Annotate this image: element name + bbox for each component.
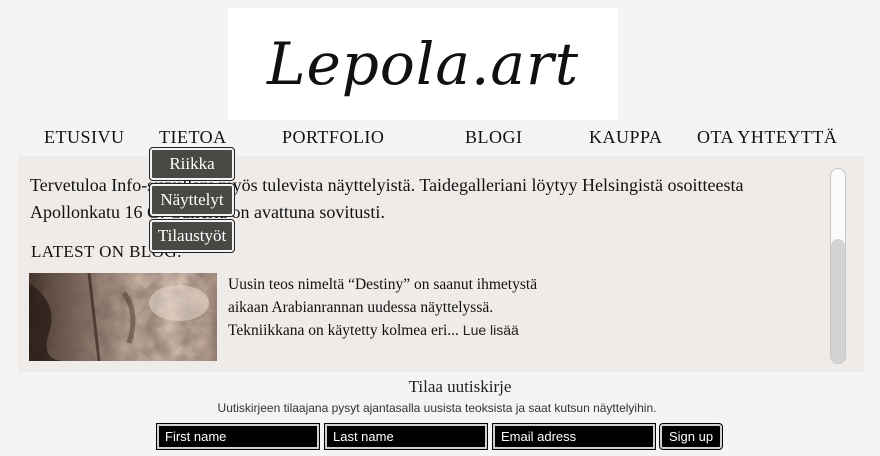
nav-item-etusivu[interactable]: ETUSIVU xyxy=(44,127,125,148)
email-input[interactable] xyxy=(492,423,656,450)
nav-item-tietoa[interactable]: TIETOA xyxy=(159,127,227,148)
nav-item-ota-yhteytta[interactable]: OTA YHTEYTTÄ xyxy=(697,127,837,148)
content-panel: Tervetuloa Info-sivuillani myös tulevist… xyxy=(18,156,864,372)
last-name-input[interactable] xyxy=(324,423,488,450)
site-logo[interactable]: Lepola.art xyxy=(228,8,618,120)
dropdown-item-nayttelyt[interactable]: Näyttelyt xyxy=(149,183,235,217)
newsletter-title: Tilaa uutiskirje xyxy=(408,377,512,396)
sign-up-button[interactable]: Sign up xyxy=(659,423,723,450)
main-nav: ETUSIVU TIETOA PORTFOLIO BLOGI KAUPPA OT… xyxy=(0,124,880,150)
dropdown-item-tilaustyot[interactable]: Tilaustyöt xyxy=(149,219,235,253)
newsletter-subtitle: Uutiskirjeen tilaajana pysyt ajantasalla… xyxy=(217,401,657,415)
read-more-link[interactable]: Lue lisää xyxy=(463,322,519,338)
first-name-input[interactable] xyxy=(156,423,320,450)
logo-container: Lepola.art xyxy=(228,8,618,120)
blog-post-thumbnail[interactable] xyxy=(29,273,217,361)
nav-item-kauppa[interactable]: KAUPPA xyxy=(589,127,662,148)
dropdown-item-riikka[interactable]: Riikka xyxy=(149,147,235,181)
blog-post-excerpt: Uusin teos nimeltä “Destiny” on saanut i… xyxy=(228,274,548,343)
intro-text: Tervetuloa Info-sivuillani myös tulevist… xyxy=(30,175,744,222)
nav-item-portfolio[interactable]: PORTFOLIO xyxy=(282,127,384,148)
content-scrollbar[interactable] xyxy=(830,168,846,364)
scrollbar-thumb[interactable] xyxy=(831,239,845,363)
nav-item-blogi[interactable]: BLOGI xyxy=(465,127,523,148)
blog-post-image xyxy=(29,273,217,361)
